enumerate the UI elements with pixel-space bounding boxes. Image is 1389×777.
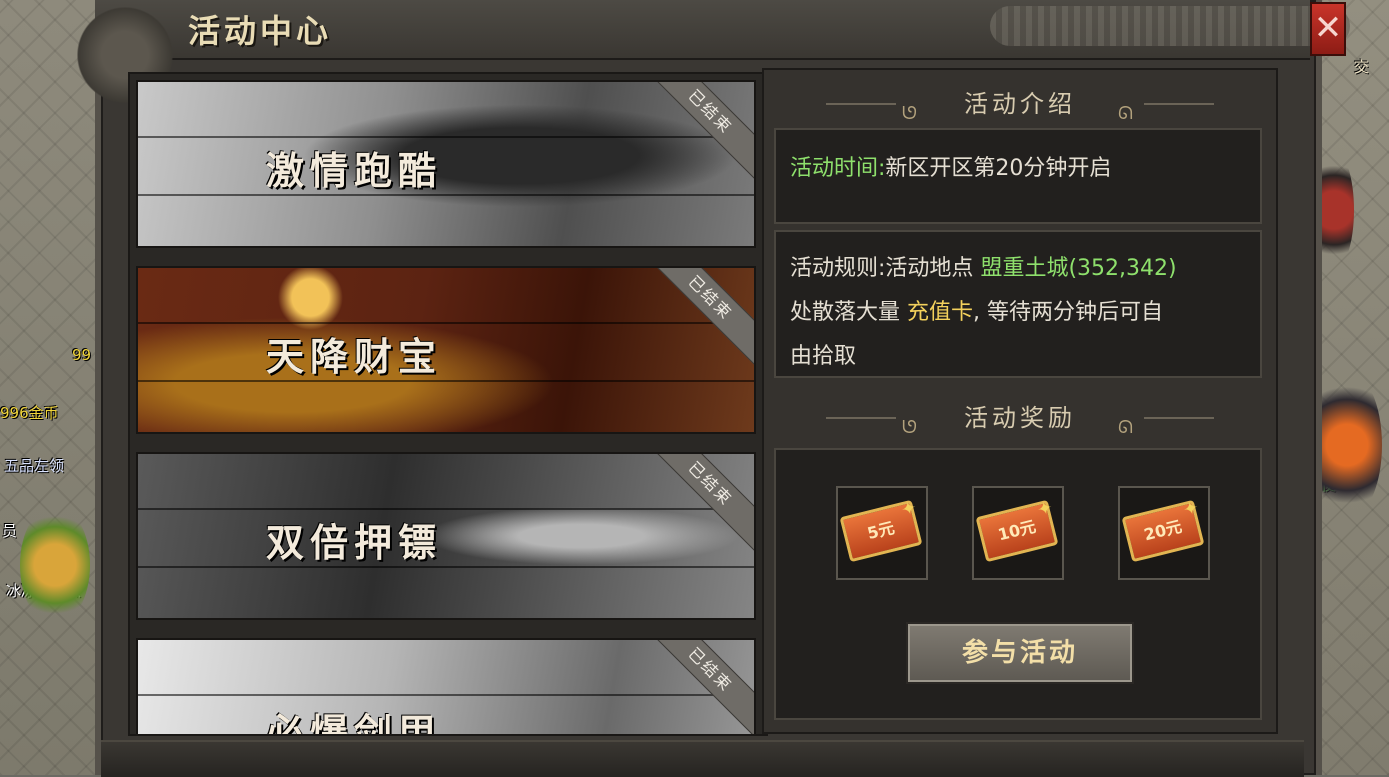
world-label: 交 xyxy=(1354,58,1370,76)
item-highlight: 充值卡 xyxy=(907,300,974,325)
activity-name: 天降财宝 xyxy=(266,334,443,379)
close-icon: ✕ xyxy=(1313,8,1343,48)
rules-text: 由拾取 xyxy=(790,344,857,369)
recharge-card-icon: 10元 ✦ xyxy=(975,497,1059,563)
activity-list[interactable]: 激情跑酷 已结束 天降财宝 已结束 双倍押镖 已结束 必爆剑甲 已结束 xyxy=(128,72,768,736)
activity-name: 双倍押镖 xyxy=(266,520,443,565)
time-label: 活动时间: xyxy=(790,156,886,181)
time-value: 新区开区第20分钟开启 xyxy=(885,156,1112,181)
reward-title: 活动奖励 xyxy=(964,404,1076,432)
world-label: 五品左领 xyxy=(4,457,65,475)
game-world-left: 99 996金币 五品左领 员 冰冻小西瓜 xyxy=(0,0,110,775)
cloud-ornament-icon: ᘎ xyxy=(902,417,921,438)
rules-label: 活动规则: xyxy=(790,256,886,281)
intro-section-header: ᘎ 活动介绍 ᘏ xyxy=(764,82,1276,126)
rules-text: 活动地点 xyxy=(885,256,974,281)
activity-card-escort[interactable]: 双倍押镖 已结束 xyxy=(136,452,756,620)
status-badge: 已结束 xyxy=(637,82,754,185)
rules-text: 处散落大量 xyxy=(790,300,901,325)
status-badge: 已结束 xyxy=(637,454,754,557)
world-label: 996金币 xyxy=(0,404,59,422)
recharge-card-icon: 20元 ✦ xyxy=(1121,497,1205,563)
reward-label: 10元 xyxy=(996,516,1038,545)
status-badge: 已结束 xyxy=(637,640,754,734)
player-character xyxy=(20,505,90,625)
dragon-ornament-icon xyxy=(990,6,1350,46)
reward-slot[interactable]: 20元 ✦ xyxy=(1118,486,1210,580)
activity-rules-box: 活动规则:活动地点 盟重土城(352,342) 处散落大量 充值卡, 等待两分钟… xyxy=(774,230,1262,378)
reward-label: 20元 xyxy=(1142,516,1184,545)
activity-name: 必爆剑甲 xyxy=(266,710,443,736)
activity-time-box: 活动时间:新区开区第20分钟开启 xyxy=(774,128,1262,224)
status-badge: 已结束 xyxy=(637,268,754,371)
activity-card-treasure[interactable]: 天降财宝 已结束 xyxy=(136,266,756,434)
close-button[interactable]: ✕ xyxy=(1310,2,1346,56)
reward-label: 5元 xyxy=(865,518,897,544)
activity-card-parkour[interactable]: 激情跑酷 已结束 xyxy=(136,80,756,248)
location-highlight: 盟重土城(352,342) xyxy=(980,256,1177,281)
activity-detail-panel: ᘎ 活动介绍 ᘏ 活动时间:新区开区第20分钟开启 活动规则:活动地点 盟重土城… xyxy=(762,68,1278,734)
rules-text: , 等待两分钟后可自 xyxy=(973,300,1164,325)
recharge-card-icon: 5元 ✦ xyxy=(839,497,923,563)
npc-character xyxy=(1312,370,1382,520)
cloud-ornament-icon: ᘏ xyxy=(1118,417,1137,438)
world-label: 99 xyxy=(72,346,92,364)
reward-slot[interactable]: 5元 ✦ xyxy=(836,486,928,580)
join-activity-button[interactable]: 参与活动 xyxy=(906,622,1134,684)
activity-name: 激情跑酷 xyxy=(266,148,443,193)
reward-slot[interactable]: 10元 ✦ xyxy=(972,486,1064,580)
world-label: 员 xyxy=(2,522,18,540)
activity-card-sword-armor[interactable]: 必爆剑甲 已结束 xyxy=(136,638,756,736)
bottom-frame xyxy=(101,740,1304,777)
window-title: 活动中心 xyxy=(188,12,333,50)
intro-title: 活动介绍 xyxy=(964,90,1076,118)
reward-section-header: ᘎ 活动奖励 ᘏ xyxy=(764,396,1276,440)
